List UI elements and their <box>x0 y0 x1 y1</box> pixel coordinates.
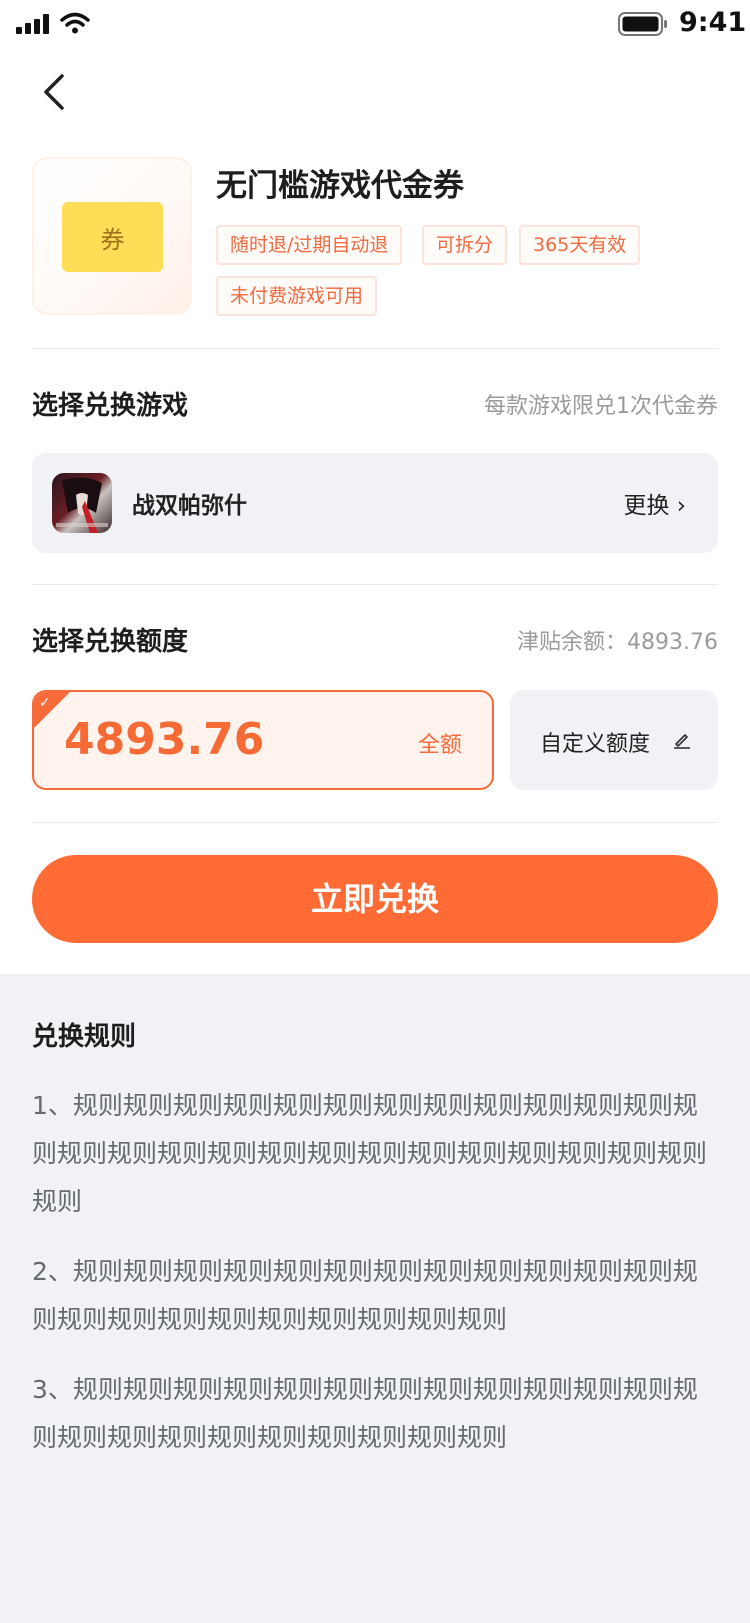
back-arrow-icon[interactable] <box>38 72 74 112</box>
product-tag: 随时退/过期自动退 <box>216 225 403 265</box>
redeem-button[interactable]: 立即兑换 <box>32 855 718 943</box>
amount-section-title: 选择兑换额度 <box>32 627 189 657</box>
product-tag: 可拆分 <box>422 225 508 265</box>
selected-game-card[interactable]: 战双帕弥什 更换 › <box>32 453 718 553</box>
rule-item: 1、规则规则规则规则规则规则规则规则规则规则规则规则规则规则规则规则规则规则规则… <box>32 1091 708 1216</box>
amount-value: 4893.76 <box>64 714 265 765</box>
edit-icon <box>674 734 690 749</box>
coupon-icon: 券 <box>62 202 163 272</box>
status-time: 9:41 <box>679 7 747 38</box>
full-amount-label: 全额 <box>417 733 462 758</box>
divider <box>32 584 718 585</box>
game-name: 战双帕弥什 <box>132 493 247 519</box>
product-tag: 365天有效 <box>519 225 641 265</box>
battery-icon <box>618 12 667 36</box>
balance-text: 津贴余额：4893.76 <box>517 630 718 655</box>
rule-item: 2、规则规则规则规则规则规则规则规则规则规则规则规则规则规则规则规则规则规则规则… <box>32 1257 698 1334</box>
rule-item: 3、规则规则规则规则规则规则规则规则规则规则规则规则规则规则规则规则规则规则规则… <box>32 1375 698 1452</box>
game-limit-note: 每款游戏限兑1次代金券 <box>484 394 718 419</box>
check-icon: ✓ <box>39 695 51 711</box>
game-section-title: 选择兑换游戏 <box>32 391 189 421</box>
game-avatar <box>52 473 112 533</box>
custom-amount-label: 自定义额度 <box>540 732 651 757</box>
divider <box>32 822 718 823</box>
rules-title: 兑换规则 <box>32 1022 137 1052</box>
full-amount-option[interactable]: ✓ 4893.76 全额 <box>32 690 494 790</box>
divider <box>32 348 718 349</box>
product-tag: 未付费游戏可用 <box>216 276 378 316</box>
product-title: 无门槛游戏代金券 <box>216 168 464 204</box>
product-image: 券 <box>32 157 192 315</box>
wifi-icon <box>60 12 90 34</box>
status-bar: 9:41 <box>0 0 750 48</box>
change-game-button[interactable]: 更换 › <box>623 486 686 520</box>
signal-icon <box>16 14 50 34</box>
custom-amount-button[interactable]: 自定义额度 <box>510 690 718 790</box>
